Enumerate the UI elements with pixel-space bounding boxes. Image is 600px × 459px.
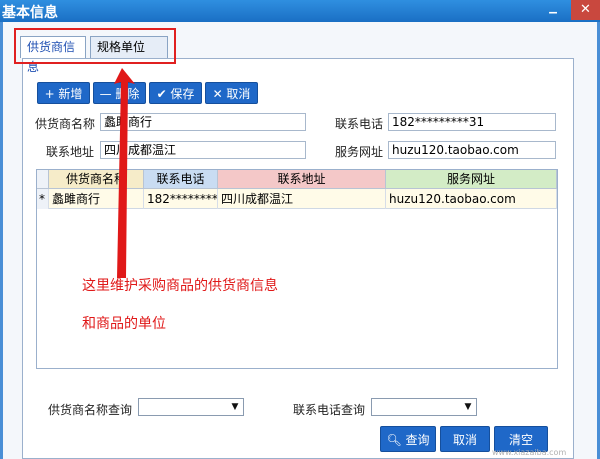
phone-search-combo[interactable]: ▼	[371, 398, 477, 416]
chevron-down-icon[interactable]: ▼	[229, 399, 241, 415]
query-button-label: 查询	[405, 433, 430, 447]
annotation-line-1: 这里维护采购商品的供货商信息	[82, 278, 278, 294]
grid-header-url[interactable]: 服务网址	[386, 170, 557, 189]
add-button[interactable]: + 新增	[37, 82, 90, 104]
annotation-line-2: 和商品的单位	[82, 316, 166, 332]
title-bar: 基本信息 ▁ ✕	[0, 0, 600, 22]
address-label: 联系地址	[46, 145, 95, 159]
row-marker: *	[37, 189, 49, 209]
cancel-edit-button[interactable]: ✕ 取消	[205, 82, 258, 104]
query-button[interactable]: 🔍︎ 查询	[380, 426, 436, 452]
supplier-name-label: 供货商名称	[35, 117, 96, 131]
phone-field[interactable]: 182*********31	[388, 113, 556, 131]
save-button[interactable]: ✔ 保存	[149, 82, 202, 104]
cell-url[interactable]: huzu120.taobao.com	[386, 189, 557, 209]
url-field[interactable]: huzu120.taobao.com	[388, 141, 556, 159]
cell-address[interactable]: 四川成都温江	[218, 189, 386, 209]
window-title: 基本信息	[2, 5, 58, 21]
grid-header-address[interactable]: 联系地址	[218, 170, 386, 189]
cancel-search-button[interactable]: 取消	[440, 426, 490, 452]
close-button[interactable]: ✕	[571, 0, 600, 20]
url-label: 服务网址	[335, 145, 384, 159]
arrow-shape	[114, 68, 135, 278]
search-name-label: 供货商名称查询	[48, 403, 133, 417]
search-icon: 🔍︎	[386, 433, 402, 447]
chevron-down-icon[interactable]: ▼	[462, 399, 474, 415]
cell-phone[interactable]: 182*********3	[144, 189, 218, 209]
search-phone-label: 联系电话查询	[293, 403, 366, 417]
watermark: www.xiazaiba.com	[492, 448, 567, 457]
supplier-name-search-combo[interactable]: ▼	[138, 398, 244, 416]
annotation-arrow	[114, 68, 135, 278]
grid-corner-header	[37, 170, 49, 189]
minimize-button[interactable]: ▁	[545, 2, 561, 16]
phone-label: 联系电话	[335, 117, 384, 131]
grid-header-phone[interactable]: 联系电话	[144, 170, 218, 189]
